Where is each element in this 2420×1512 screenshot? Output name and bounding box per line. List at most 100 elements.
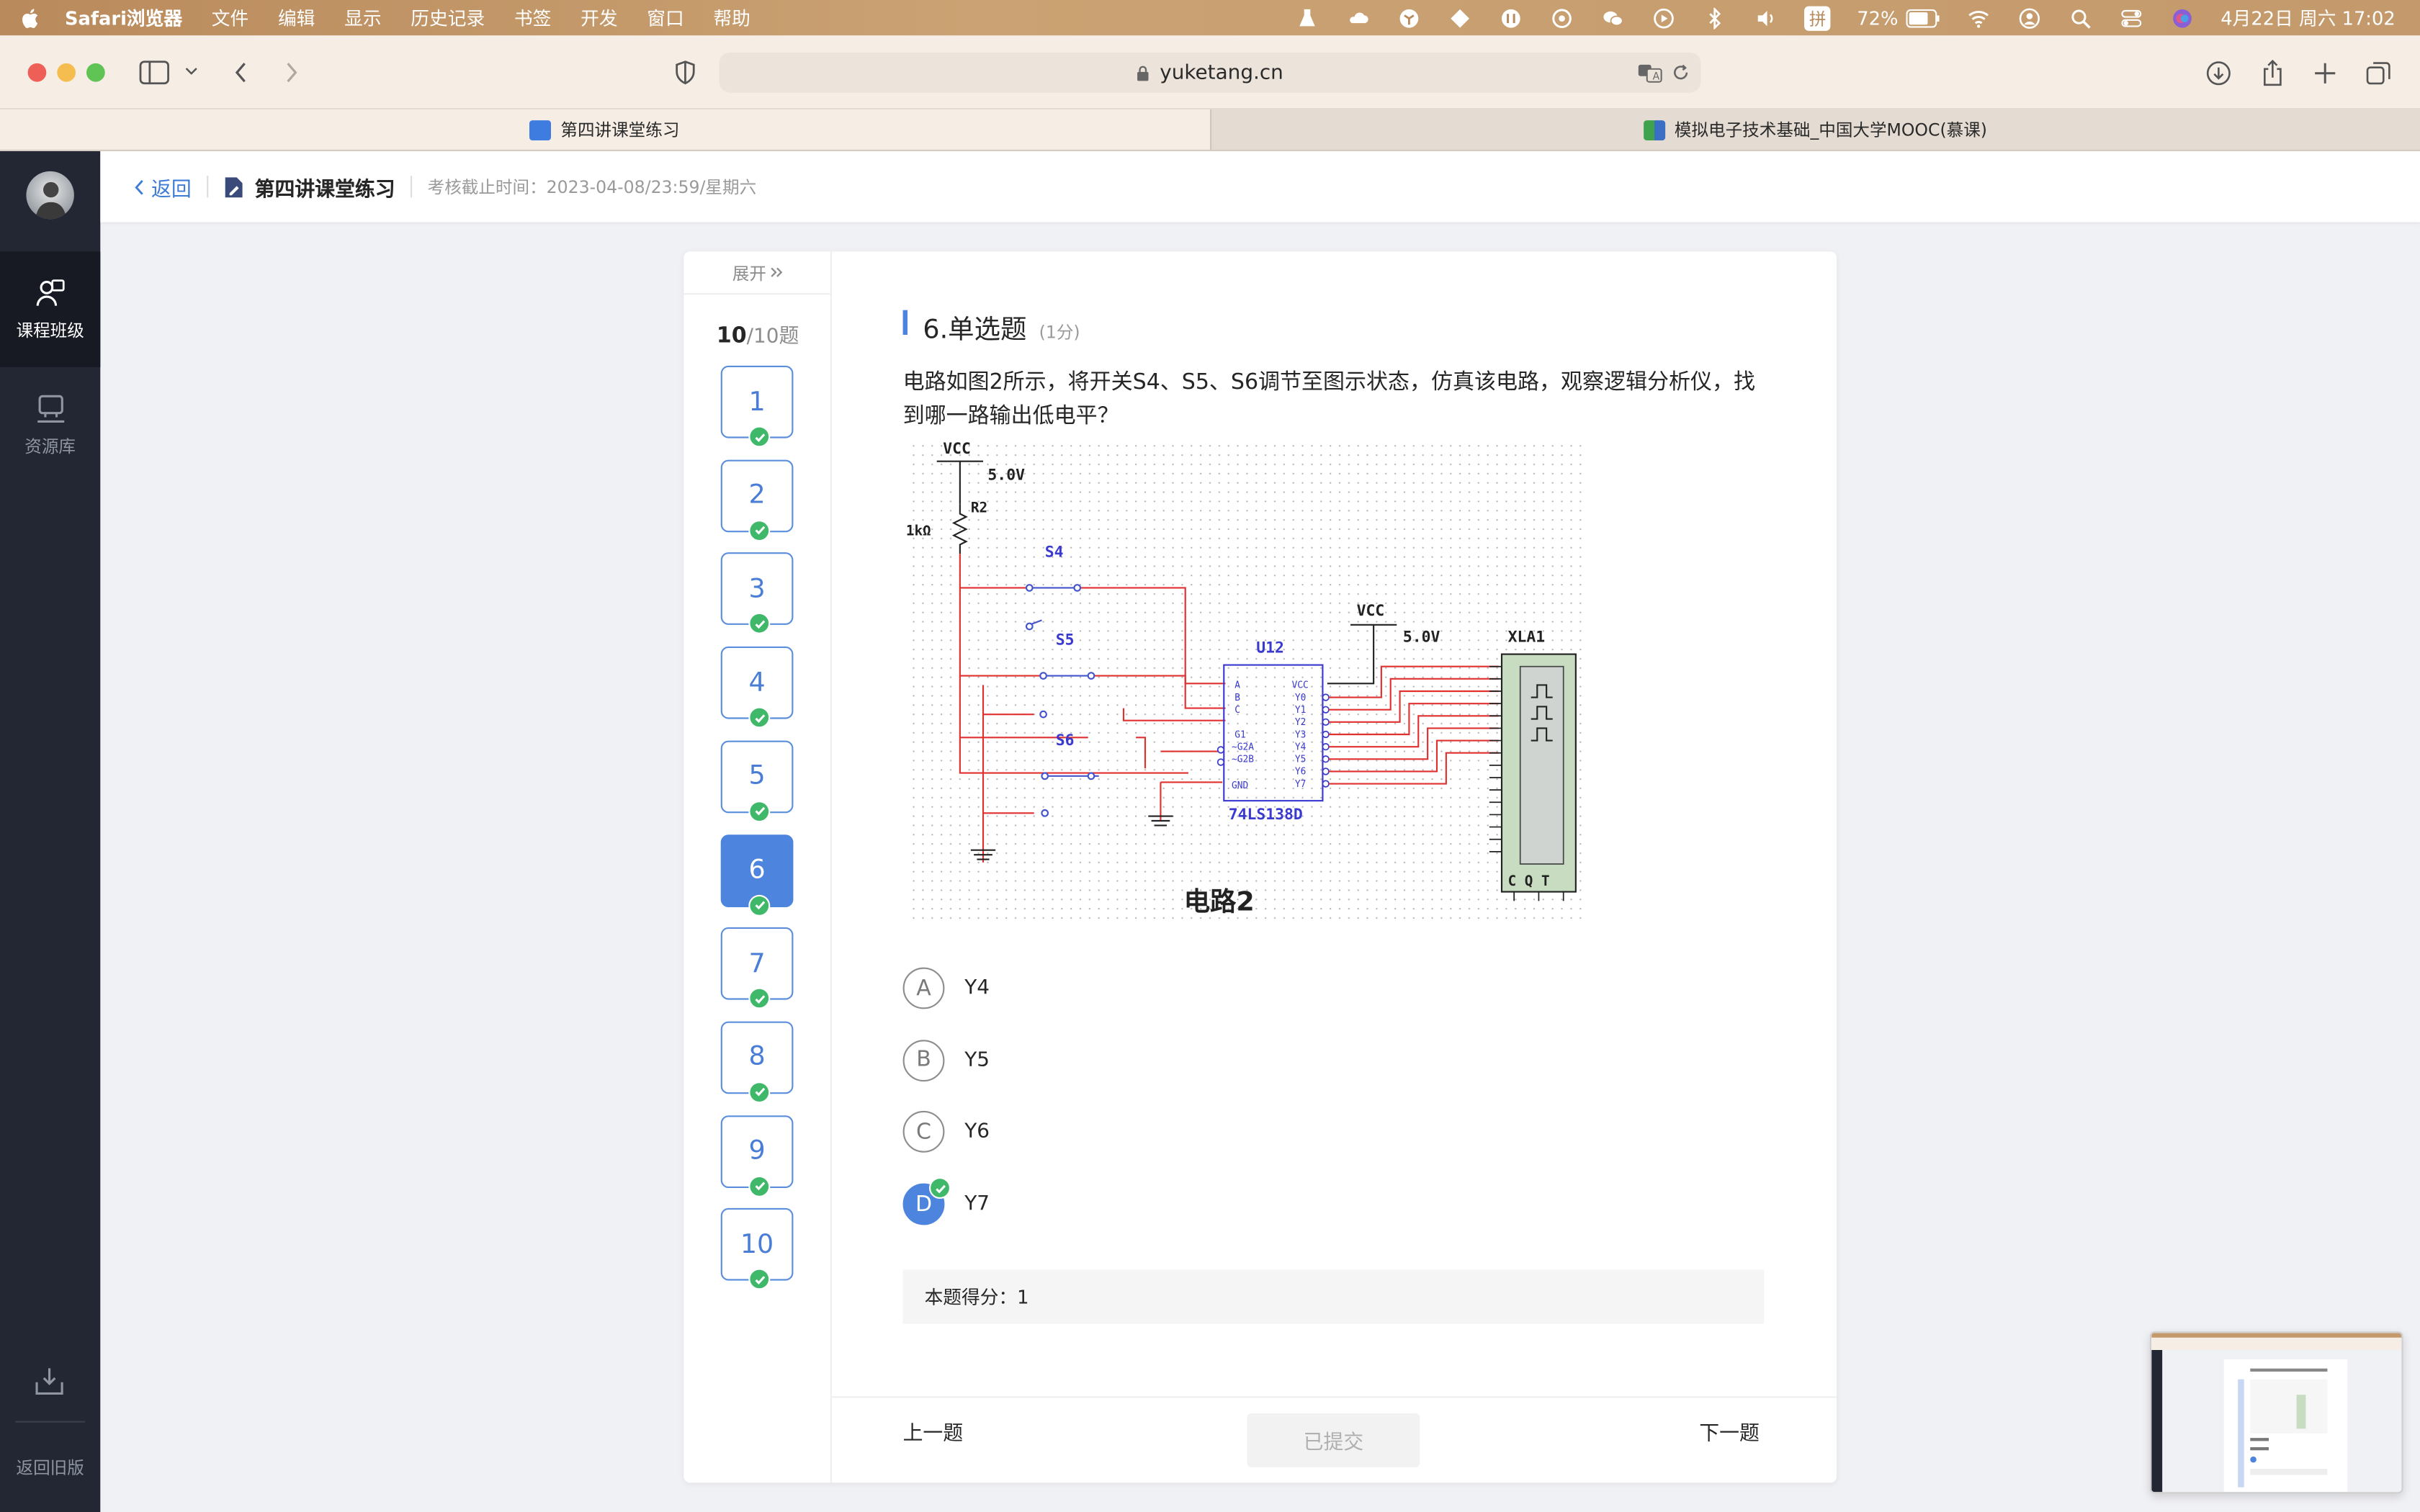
clock[interactable]: 4月22日 周六 17:02 [2220, 4, 2395, 30]
bluetooth-icon[interactable] [1703, 6, 1727, 29]
option-text: Y7 [964, 1192, 990, 1216]
question-nav-button[interactable]: 6 [720, 834, 794, 916]
sidebar-item-classes[interactable]: 课程班级 [0, 251, 101, 367]
share-icon[interactable] [2258, 57, 2286, 88]
question-nav-button[interactable]: 1 [720, 365, 794, 448]
sidebar-toggle-icon[interactable] [139, 58, 170, 86]
address-bar[interactable]: yuketang.cn A [719, 52, 1701, 93]
sync-icon[interactable] [1550, 7, 1574, 29]
question-number: 9 [748, 1135, 766, 1167]
spotlight-search-icon[interactable] [2068, 7, 2092, 29]
correct-check-icon [929, 1177, 951, 1200]
wifi-icon[interactable] [1966, 7, 1991, 29]
tab-label: 模拟电子技术基础_中国大学MOOC(慕课) [1674, 120, 1987, 140]
option-letter: A [916, 976, 931, 1001]
screenshot-preview-thumbnail[interactable] [2150, 1331, 2403, 1494]
question-number: 6 [748, 855, 766, 886]
expand-button[interactable]: 展开 [684, 251, 832, 295]
option-letter-circle[interactable]: C [902, 1111, 945, 1153]
play-icon[interactable] [1652, 7, 1676, 29]
return-old-version-link[interactable]: 返回旧版 [0, 1455, 100, 1480]
menu-edit[interactable]: 编辑 [278, 4, 315, 30]
forward-arrow-icon[interactable] [279, 57, 304, 88]
option-a[interactable]: A Y4 [902, 967, 990, 1009]
menu-view[interactable]: 显示 [344, 4, 381, 30]
answered-check-icon [748, 987, 771, 1009]
tab-label: 第四讲课堂练习 [560, 120, 680, 140]
cloud-icon[interactable] [1346, 7, 1371, 29]
menu-app-name[interactable]: Safari浏览器 [65, 4, 182, 30]
svg-text:Y6: Y6 [1295, 767, 1306, 778]
question-number: 1 [748, 386, 766, 418]
question-navigator: 展开 10/10题 1 2 3 4 5 6 7 8 9 10 [684, 251, 832, 1483]
new-tab-icon[interactable] [2311, 58, 2339, 86]
download-icon[interactable] [2204, 58, 2232, 86]
question-nav-button[interactable]: 7 [720, 927, 794, 1009]
tab-overview-icon[interactable] [2365, 58, 2393, 86]
close-window-button[interactable] [27, 63, 47, 82]
answered-check-icon [748, 613, 771, 635]
option-letter-circle[interactable]: D [902, 1177, 951, 1225]
option-c[interactable]: C Y6 [902, 1111, 990, 1153]
option-b[interactable]: B Y5 [902, 1039, 990, 1081]
menu-file[interactable]: 文件 [212, 4, 248, 30]
flask-icon[interactable] [1295, 7, 1319, 29]
input-method-indicator[interactable]: 拼 [1804, 5, 1831, 30]
extension-icon[interactable] [1448, 7, 1472, 29]
sidebar-item-library[interactable]: 资源库 [0, 367, 100, 483]
tab-mooc[interactable]: 模拟电子技术基础_中国大学MOOC(慕课) [1209, 109, 2420, 150]
option-letter: C [916, 1120, 931, 1145]
question-nav-button[interactable]: 4 [720, 647, 794, 729]
svg-text:GND: GND [1232, 780, 1248, 791]
page-header: 返回 第四讲课堂练习 考核截止时间：2023-04-08/23:59/星期六 [100, 151, 2420, 222]
question-nav-button[interactable]: 10 [720, 1208, 794, 1291]
privacy-shield-icon[interactable] [673, 58, 697, 86]
menu-develop[interactable]: 开发 [581, 4, 617, 30]
question-nav-button[interactable]: 5 [720, 740, 794, 822]
menu-window[interactable]: 窗口 [647, 4, 684, 30]
back-link[interactable]: 返回 [134, 172, 192, 202]
back-arrow-icon[interactable] [228, 57, 253, 88]
class-icon [35, 279, 64, 305]
svg-text:Y2: Y2 [1295, 717, 1306, 728]
svg-text:G1: G1 [1234, 729, 1245, 740]
tab-exercise[interactable]: 第四讲课堂练习 [0, 109, 1209, 150]
minimize-window-button[interactable] [57, 63, 76, 82]
menu-help[interactable]: 帮助 [713, 4, 750, 30]
download-tray-icon[interactable] [34, 1365, 65, 1396]
question-number: 7 [748, 948, 766, 980]
menu-bookmarks[interactable]: 书签 [514, 4, 551, 30]
zoom-window-button[interactable] [86, 63, 105, 82]
wechat-icon[interactable] [1601, 7, 1626, 29]
volume-icon[interactable] [1754, 7, 1778, 29]
menu-history[interactable]: 历史记录 [411, 4, 485, 30]
answered-check-icon [748, 1081, 771, 1103]
option-letter-circle[interactable]: B [902, 1039, 945, 1081]
question-number: 4 [748, 667, 766, 698]
thumbnail-image [2151, 1333, 2402, 1493]
app-status-icon[interactable] [1397, 7, 1422, 29]
option-d[interactable]: D Y7 [902, 1177, 990, 1225]
control-center-icon[interactable] [2119, 7, 2143, 29]
submitted-button[interactable]: 已提交 [1247, 1413, 1420, 1467]
siri-icon[interactable] [2170, 7, 2195, 29]
next-question-button[interactable]: 下一题 [1699, 1416, 1760, 1446]
answered-count: 10 [716, 324, 747, 349]
battery-icon[interactable] [1906, 7, 1940, 29]
prev-question-button[interactable]: 上一题 [903, 1416, 964, 1446]
apple-icon[interactable] [19, 6, 43, 30]
avatar[interactable] [26, 171, 74, 220]
reload-icon[interactable] [1672, 63, 1690, 82]
translate-icon[interactable]: A [1636, 63, 1664, 84]
question-nav-button[interactable]: 3 [720, 552, 794, 635]
svg-text:B: B [1234, 693, 1240, 703]
question-nav-button[interactable]: 8 [720, 1021, 794, 1103]
app2-status-icon[interactable] [1499, 7, 1523, 29]
svg-text:A: A [1234, 680, 1240, 691]
chevron-down-icon[interactable] [182, 62, 201, 81]
user-icon[interactable] [2017, 7, 2041, 29]
option-letter-circle[interactable]: A [902, 967, 945, 1009]
question-nav-button[interactable]: 2 [720, 459, 794, 541]
question-nav-button[interactable]: 9 [720, 1115, 794, 1197]
total-count: /10题 [746, 325, 799, 349]
